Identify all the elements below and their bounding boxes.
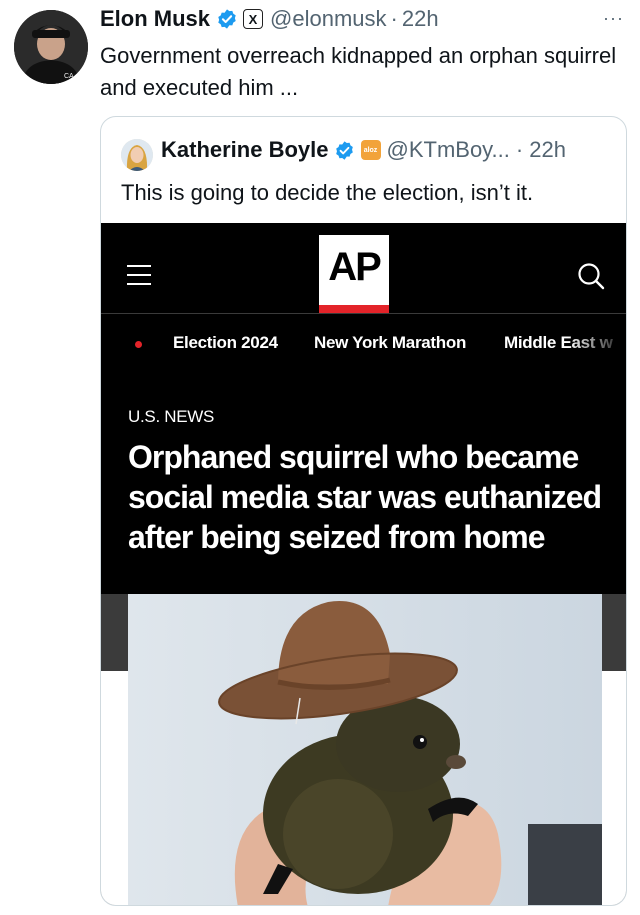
hero-frame-left-white bbox=[101, 671, 128, 905]
hero-frame-left bbox=[101, 594, 128, 671]
hero-frame-right-white bbox=[602, 671, 626, 905]
squirrel-photo bbox=[128, 594, 602, 905]
tweet-header: Elon Musk X @elonmusk · 22h bbox=[100, 6, 439, 32]
hero-frame-right bbox=[602, 594, 626, 671]
nav-item-marathon: New York Marathon bbox=[314, 333, 467, 352]
quote-text: This is going to decide the election, is… bbox=[121, 180, 534, 205]
ap-logo: AP bbox=[319, 235, 389, 313]
article-headline: Orphaned squirrel who became social medi… bbox=[128, 439, 602, 555]
quote-author-name[interactable]: Katherine Boyle bbox=[161, 137, 329, 163]
author-name[interactable]: Elon Musk bbox=[100, 6, 210, 32]
separator: · bbox=[515, 137, 524, 162]
x-affiliate-icon: X bbox=[243, 9, 264, 29]
quote-time[interactable]: 22h bbox=[529, 137, 566, 163]
katherine-avatar[interactable] bbox=[121, 139, 153, 171]
separator: · bbox=[390, 6, 398, 31]
quote-author-handle[interactable]: @KTmBoy... bbox=[387, 137, 510, 163]
aloz-affiliate-icon: aloz bbox=[360, 140, 381, 160]
nav-item-election: Election 2024 bbox=[173, 333, 278, 352]
ap-logo-text: AP bbox=[328, 245, 382, 289]
live-dot-icon bbox=[135, 341, 142, 348]
section-label: U.S. NEWS bbox=[128, 407, 215, 426]
search-icon bbox=[578, 263, 605, 290]
author-handle[interactable]: @elonmusk bbox=[270, 6, 387, 32]
quote-header: Katherine Boyle aloz @KTmBoy... · 22h bbox=[161, 137, 566, 163]
verified-badge-icon bbox=[335, 140, 353, 160]
verified-badge-icon bbox=[218, 9, 236, 29]
more-options-icon[interactable]: ··· bbox=[603, 8, 624, 29]
nav-fade bbox=[568, 327, 626, 357]
quoted-tweet-card[interactable]: Katherine Boyle aloz @KTmBoy... · 22h Th… bbox=[100, 116, 627, 906]
svg-text:CA: CA bbox=[64, 73, 74, 80]
tweet-text: Government overreach kidnapped an orphan… bbox=[100, 43, 617, 100]
hamburger-icon bbox=[127, 265, 151, 285]
divider bbox=[101, 313, 626, 314]
elon-avatar[interactable]: CA bbox=[14, 10, 88, 84]
ap-logo-bar bbox=[319, 305, 389, 313]
tweet-time[interactable]: 22h bbox=[402, 6, 439, 32]
ap-article-screenshot[interactable]: AP Election 2024 New York Marathon Middl… bbox=[101, 223, 626, 905]
